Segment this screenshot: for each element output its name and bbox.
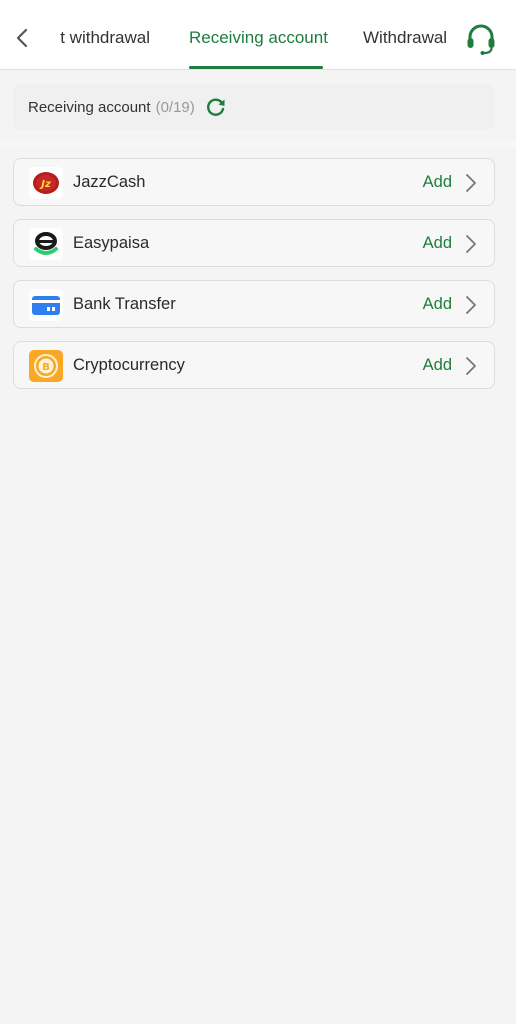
headset-icon [467, 24, 495, 55]
list-item-bank-transfer[interactable]: Bank Transfer Add [13, 280, 495, 328]
jazzcash-logo-icon: Jz [29, 167, 63, 199]
easypaisa-logo-icon [29, 228, 63, 260]
top-navigation-bar: t withdrawal Receiving account Withdrawa… [0, 0, 516, 70]
svg-text:Jz: Jz [39, 179, 51, 190]
chevron-right-icon [466, 357, 476, 375]
crypto-coin-icon: B [29, 350, 63, 382]
chevron-right-icon [466, 235, 476, 253]
refresh-button[interactable] [205, 96, 227, 118]
tab-receiving-account[interactable]: Receiving account [189, 28, 328, 50]
customer-support-button[interactable] [464, 22, 498, 56]
refresh-icon [206, 98, 225, 116]
item-name: JazzCash [73, 173, 146, 191]
list-item-cryptocurrency[interactable]: B Cryptocurrency Add [13, 341, 495, 389]
account-count: (0/19) [155, 98, 195, 116]
active-tab-indicator [189, 66, 323, 69]
add-button[interactable]: Add [423, 233, 452, 253]
tab-withdrawal[interactable]: Withdrawal [363, 28, 447, 50]
add-button[interactable]: Add [423, 355, 452, 375]
chevron-left-icon [16, 28, 28, 48]
item-name: Bank Transfer [73, 295, 176, 313]
add-button[interactable]: Add [423, 172, 452, 192]
bank-card-icon [29, 289, 63, 321]
item-name: Easypaisa [73, 234, 150, 252]
tab-strip: t withdrawal Receiving account Withdrawa… [50, 0, 450, 70]
chevron-right-icon [466, 296, 476, 314]
list-item-easypaisa[interactable]: Easypaisa Add [13, 219, 495, 267]
tab-withdrawal-record[interactable]: t withdrawal [60, 28, 150, 50]
back-button[interactable] [10, 24, 34, 52]
list-item-jazzcash[interactable]: Jz JazzCash Add [13, 158, 495, 206]
receiving-account-summary: Receiving account (0/19) [13, 84, 495, 130]
item-name: Cryptocurrency [73, 356, 185, 374]
add-button[interactable]: Add [423, 294, 452, 314]
svg-text:B: B [42, 362, 50, 373]
summary-label: Receiving account [28, 98, 151, 116]
chevron-right-icon [466, 174, 476, 192]
payment-method-list: Jz JazzCash Add Easypaisa Add Bank Trans… [13, 158, 495, 402]
section-divider [0, 140, 516, 148]
